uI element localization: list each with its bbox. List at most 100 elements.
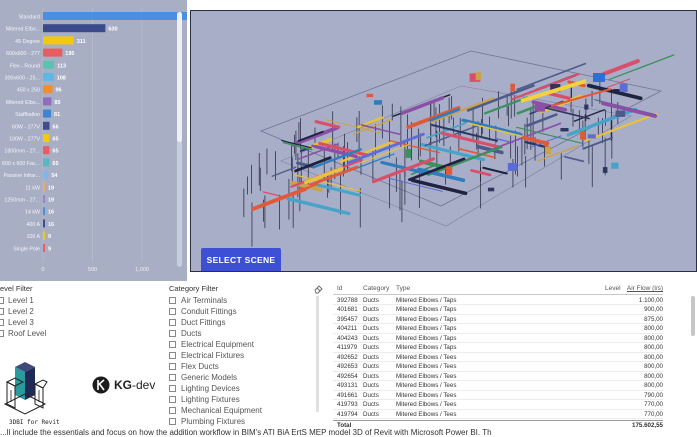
category-filter-item[interactable]: Electrical Equipment bbox=[169, 340, 254, 349]
checkbox[interactable] bbox=[169, 407, 176, 414]
chart-bar[interactable] bbox=[43, 158, 50, 167]
category-filter-item[interactable]: Mechanical Equipment bbox=[169, 406, 262, 415]
bar-value-label: 630 bbox=[108, 27, 117, 33]
table-scrollbar[interactable] bbox=[691, 296, 695, 336]
table-header: Id Category Type Level Air Flow (l/s) bbox=[333, 283, 663, 295]
level-filter-label: Level 1 bbox=[8, 296, 34, 305]
column-header-level[interactable]: Level bbox=[605, 285, 621, 292]
chart-bar[interactable] bbox=[43, 73, 54, 81]
chart-bar[interactable] bbox=[43, 219, 45, 228]
checkbox[interactable] bbox=[169, 341, 176, 348]
chart-bar[interactable] bbox=[43, 121, 50, 130]
level-filter-item[interactable]: Level 2 bbox=[0, 307, 34, 316]
category-filter-item[interactable]: Generic Models bbox=[169, 373, 237, 382]
checkbox[interactable] bbox=[0, 330, 4, 337]
category-filter-item[interactable]: Flex Ducts bbox=[169, 362, 219, 371]
checkbox[interactable] bbox=[169, 319, 176, 326]
column-header-type[interactable]: Type bbox=[396, 285, 410, 292]
cell-category: Ducts bbox=[363, 410, 379, 418]
cell-air-flow: 875,00 bbox=[644, 315, 663, 323]
table-row[interactable]: 411979 Ducts Mitered Elbows / Taps 800,00 bbox=[333, 344, 663, 353]
category-filter-item[interactable]: Conduit Fittings bbox=[169, 307, 237, 316]
column-header-category[interactable]: Category bbox=[363, 285, 389, 292]
checkbox[interactable] bbox=[169, 308, 176, 315]
checkbox[interactable] bbox=[0, 308, 4, 315]
level-filter-item[interactable]: Level 1 bbox=[0, 296, 34, 305]
model-duct bbox=[286, 196, 351, 216]
table-row[interactable]: 395457 Ducts Mitered Elbows / Taps 875,00 bbox=[333, 315, 663, 324]
category-filter-label: Electrical Equipment bbox=[181, 340, 254, 349]
chart-scrollbar[interactable] bbox=[177, 12, 182, 267]
column-header-id[interactable]: Id bbox=[337, 285, 342, 292]
chart-scrollbar-thumb[interactable] bbox=[177, 12, 182, 142]
chart-bar[interactable] bbox=[43, 134, 50, 142]
model-equipment bbox=[475, 72, 482, 81]
column-header-air-flow[interactable]: Air Flow (l/s) bbox=[627, 285, 663, 292]
table-row[interactable]: 401681 Ducts Mitered Elbows / Taps 900,00 bbox=[333, 306, 663, 315]
level-filter-label: Roof Level bbox=[8, 329, 47, 338]
table-row[interactable]: 492654 Ducts Mitered Elbows / Tees 800,00 bbox=[333, 372, 663, 381]
category-label: Staffballon bbox=[15, 112, 40, 118]
checkbox[interactable] bbox=[169, 352, 176, 359]
chart-bar[interactable] bbox=[43, 48, 63, 57]
table-row[interactable]: 493131 Ducts Mitered Elbows / Tees 800,00 bbox=[333, 382, 663, 391]
cell-id: 492652 bbox=[337, 353, 358, 361]
checkbox[interactable] bbox=[169, 330, 176, 337]
select-scene-button[interactable]: SELECT SCENE bbox=[201, 248, 281, 271]
table-row[interactable]: 492652 Ducts Mitered Elbows / Tees 800,00 bbox=[333, 353, 663, 362]
checkbox[interactable] bbox=[0, 297, 4, 304]
chart-bar[interactable] bbox=[43, 12, 187, 20]
chart-bar[interactable] bbox=[43, 24, 106, 33]
model-duct bbox=[482, 166, 508, 175]
category-label: Single Pole bbox=[13, 246, 40, 252]
category-filter-item[interactable]: Plumbing Fixtures bbox=[169, 417, 245, 426]
chart-bar[interactable] bbox=[43, 146, 50, 155]
chart-bar[interactable] bbox=[43, 182, 45, 191]
model-duct bbox=[406, 106, 461, 130]
table-row[interactable]: 404243 Ducts Mitered Elbows / Taps 800,00 bbox=[333, 334, 663, 343]
3d-model-viewer[interactable]: SELECT SCENE bbox=[190, 10, 697, 272]
table-row[interactable]: 419793 Ducts Mitered Elbows / Tees 770,00 bbox=[333, 401, 663, 410]
eraser-icon[interactable] bbox=[313, 284, 323, 294]
category-filter-item[interactable]: Duct Fittings bbox=[169, 318, 225, 327]
table-row[interactable]: 419794 Ducts Mitered Elbows / Tees 770,00 bbox=[333, 410, 663, 419]
chart-bar[interactable] bbox=[43, 36, 74, 45]
chart-bar[interactable] bbox=[43, 60, 55, 69]
chart-bar[interactable] bbox=[43, 109, 52, 118]
category-filter-item[interactable]: Air Terminals bbox=[169, 296, 227, 305]
chart-bar[interactable] bbox=[43, 170, 49, 179]
bar-value-label: 54 bbox=[51, 173, 58, 179]
table-row[interactable]: 492653 Ducts Mitered Elbows / Tees 800,00 bbox=[333, 363, 663, 372]
table-row[interactable]: 491661 Ducts Mitered Elbows / Tees 790,00 bbox=[333, 391, 663, 400]
category-label: 600 x 600 Fac... bbox=[2, 161, 40, 167]
checkbox[interactable] bbox=[169, 374, 176, 381]
chart-bar[interactable] bbox=[43, 243, 45, 252]
mep-3d-model-render[interactable] bbox=[191, 11, 697, 272]
checkbox[interactable] bbox=[169, 418, 176, 425]
bar-value-label: 65 bbox=[52, 161, 58, 167]
model-duct bbox=[400, 96, 445, 115]
level-filter-item[interactable]: Roof Level bbox=[0, 329, 46, 338]
category-label: 45 Degree bbox=[15, 39, 40, 45]
checkbox[interactable] bbox=[169, 385, 176, 392]
checkbox[interactable] bbox=[0, 319, 4, 326]
chart-bar[interactable] bbox=[43, 195, 45, 203]
checkbox[interactable] bbox=[169, 396, 176, 403]
cell-id: 491661 bbox=[337, 391, 358, 399]
category-filter-item[interactable]: Lighting Fixtures bbox=[169, 395, 240, 404]
chart-bar[interactable] bbox=[43, 231, 45, 240]
category-filter-item[interactable]: Ducts bbox=[169, 329, 201, 338]
chart-bar[interactable] bbox=[43, 85, 53, 94]
chart-bar[interactable] bbox=[43, 207, 45, 216]
table-row[interactable]: 404211 Ducts Mitered Elbows / Taps 800,00 bbox=[333, 325, 663, 334]
category-filter-item[interactable]: Electrical Fixtures bbox=[169, 351, 244, 360]
model-duct bbox=[410, 178, 468, 196]
checkbox[interactable] bbox=[169, 363, 176, 370]
chart-bar[interactable] bbox=[43, 97, 52, 106]
table-row[interactable]: 392788 Ducts Mitered Elbows / Taps 1.100,00 bbox=[333, 296, 663, 305]
level-filter-item[interactable]: Level 3 bbox=[0, 318, 34, 327]
category-filter-item[interactable]: Lighting Devices bbox=[169, 384, 240, 393]
checkbox[interactable] bbox=[169, 297, 176, 304]
category-filter-scrollbar[interactable] bbox=[316, 296, 319, 412]
category-label: 300x600 - 25... bbox=[5, 76, 40, 82]
